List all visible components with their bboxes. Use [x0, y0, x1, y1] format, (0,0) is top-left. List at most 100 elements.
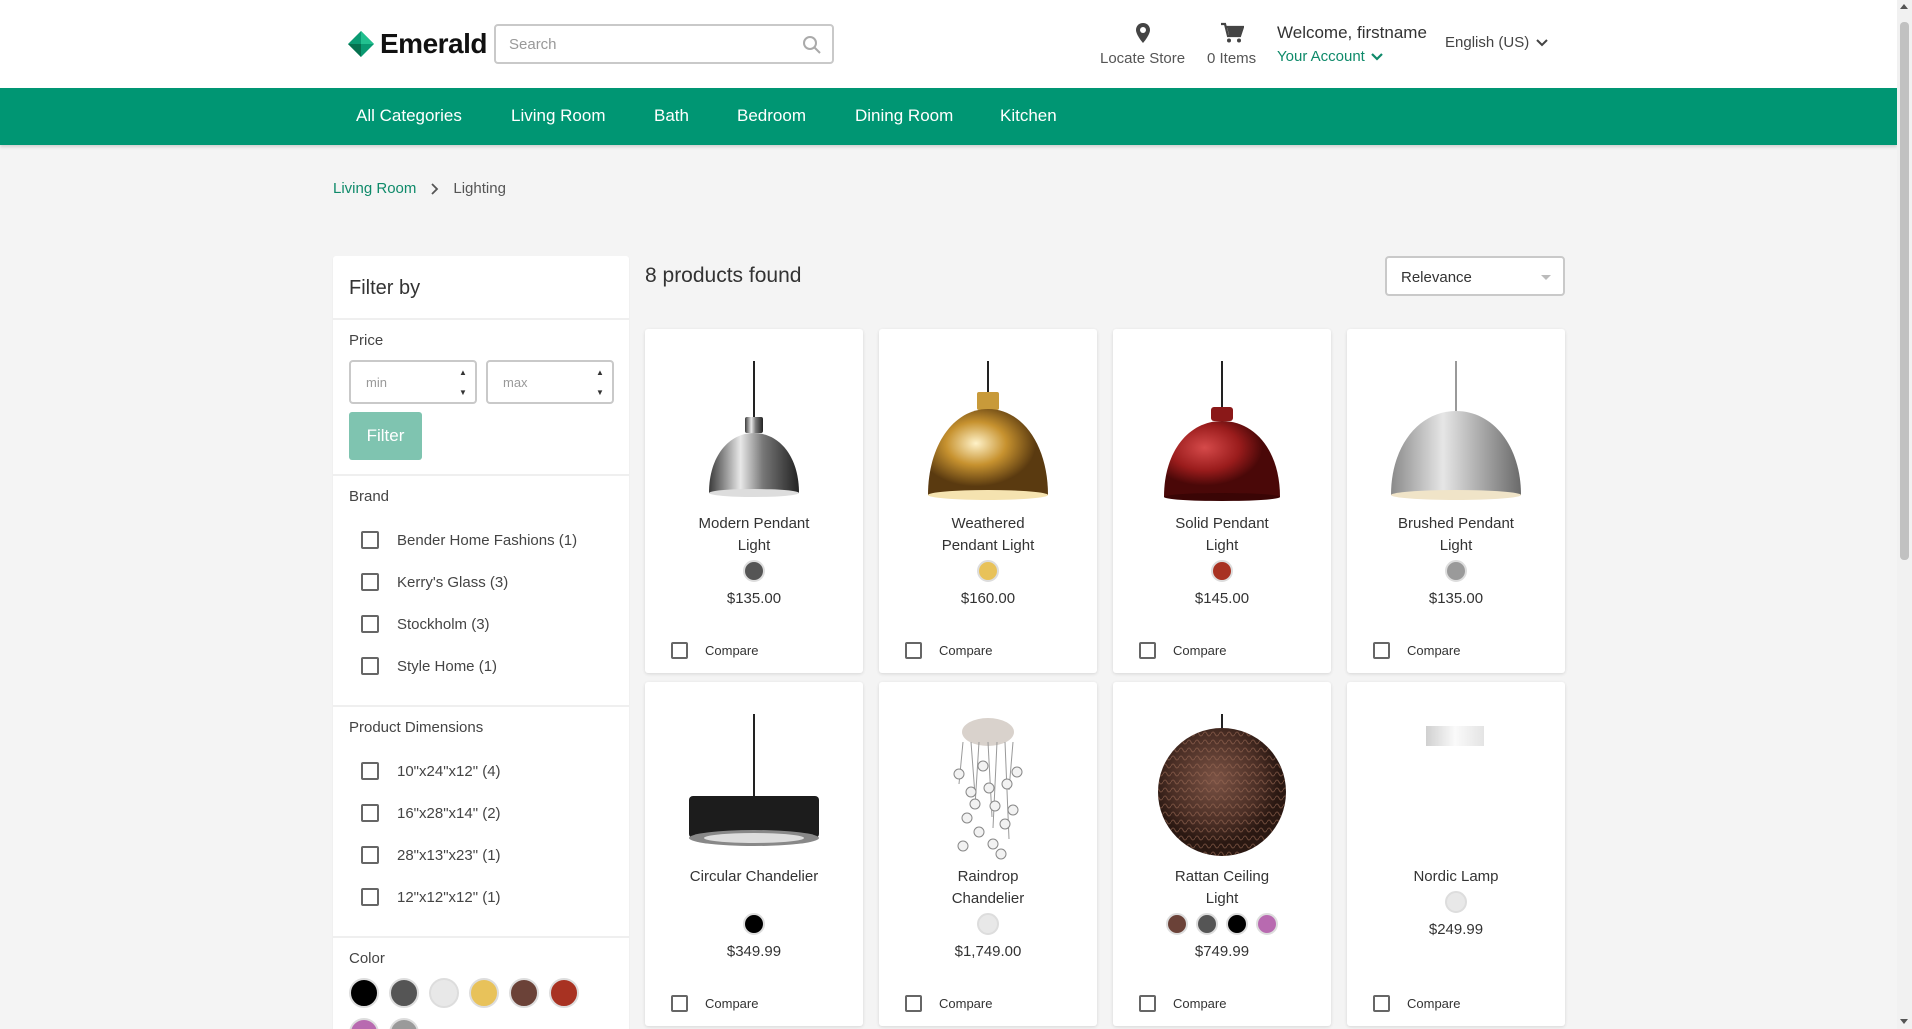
- price-max-stepper[interactable]: ▲ ▼: [593, 366, 607, 400]
- product-image[interactable]: [1147, 714, 1297, 864]
- color-swatch[interactable]: [349, 1018, 379, 1029]
- brand-option[interactable]: Bender Home Fashions (1): [361, 531, 577, 549]
- color-option[interactable]: [1196, 913, 1218, 935]
- brand-option[interactable]: Kerry's Glass (3): [361, 573, 508, 591]
- color-option[interactable]: [743, 560, 765, 582]
- scrollbar-thumb[interactable]: [1900, 22, 1909, 560]
- color-option[interactable]: [1445, 560, 1467, 582]
- color-swatch[interactable]: [509, 978, 539, 1008]
- price-max-input[interactable]: [488, 362, 588, 402]
- product-name[interactable]: Weathered Pendant Light: [879, 513, 1097, 557]
- checkbox[interactable]: [361, 531, 379, 549]
- compare-checkbox[interactable]: [905, 642, 922, 659]
- search-input[interactable]: [496, 26, 786, 62]
- dimension-option[interactable]: 12"x12"x12" (1): [361, 888, 501, 906]
- your-account-menu[interactable]: Your Account: [1277, 48, 1383, 65]
- color-swatch[interactable]: [349, 978, 379, 1008]
- product-name[interactable]: Modern Pendant Light: [645, 513, 863, 557]
- product-image[interactable]: [1381, 714, 1531, 864]
- color-option[interactable]: [1445, 891, 1467, 913]
- product-card[interactable]: Modern Pendant Light $135.00 Compare: [645, 329, 863, 673]
- checkbox[interactable]: [361, 888, 379, 906]
- product-card[interactable]: Solid Pendant Light $145.00 Compare: [1113, 329, 1331, 673]
- product-name[interactable]: Raindrop Chandelier: [879, 866, 1097, 910]
- dimension-option[interactable]: 16"x28"x14" (2): [361, 804, 501, 822]
- nav-dining-room[interactable]: Dining Room: [855, 106, 953, 126]
- color-option[interactable]: [743, 913, 765, 935]
- sort-select[interactable]: Relevance: [1385, 256, 1565, 296]
- dimension-option[interactable]: 10"x24"x12" (4): [361, 762, 501, 780]
- language-selector[interactable]: English (US): [1445, 34, 1548, 51]
- nav-living-room[interactable]: Living Room: [511, 106, 606, 126]
- scroll-down-arrow-icon[interactable]: [1900, 1019, 1908, 1024]
- nav-all-categories[interactable]: All Categories: [356, 106, 462, 126]
- checkbox[interactable]: [361, 573, 379, 591]
- checkbox[interactable]: [361, 762, 379, 780]
- compare-checkbox[interactable]: [1139, 995, 1156, 1012]
- color-swatch[interactable]: [389, 978, 419, 1008]
- compare-toggle[interactable]: Compare: [905, 642, 992, 659]
- compare-checkbox[interactable]: [1139, 642, 1156, 659]
- compare-checkbox[interactable]: [671, 642, 688, 659]
- product-card[interactable]: Circular Chandelier $349.99 Compare: [645, 682, 863, 1026]
- nav-kitchen[interactable]: Kitchen: [1000, 106, 1057, 126]
- compare-toggle[interactable]: Compare: [1373, 995, 1460, 1012]
- product-image[interactable]: [1381, 361, 1531, 511]
- checkbox[interactable]: [361, 846, 379, 864]
- brand-logo[interactable]: Emerald: [348, 28, 488, 60]
- product-name[interactable]: Circular Chandelier: [645, 866, 863, 888]
- compare-checkbox[interactable]: [1373, 642, 1390, 659]
- compare-toggle[interactable]: Compare: [905, 995, 992, 1012]
- product-name[interactable]: Solid Pendant Light: [1113, 513, 1331, 557]
- product-card[interactable]: Brushed Pendant Light $135.00 Compare: [1347, 329, 1565, 673]
- brand-option[interactable]: Stockholm (3): [361, 615, 490, 633]
- nav-bedroom[interactable]: Bedroom: [737, 106, 806, 126]
- price-min-stepper[interactable]: ▲ ▼: [456, 366, 470, 400]
- dimension-option[interactable]: 28"x13"x23" (1): [361, 846, 501, 864]
- color-swatch[interactable]: [469, 978, 499, 1008]
- color-option[interactable]: [1226, 913, 1248, 935]
- color-option[interactable]: [977, 560, 999, 582]
- color-option[interactable]: [1166, 913, 1188, 935]
- color-option[interactable]: [1211, 560, 1233, 582]
- checkbox[interactable]: [361, 657, 379, 675]
- price-min-input[interactable]: [351, 362, 451, 402]
- filter-button[interactable]: Filter: [349, 412, 422, 460]
- product-card[interactable]: Nordic Lamp $249.99 Compare: [1347, 682, 1565, 1026]
- nav-bath[interactable]: Bath: [654, 106, 689, 126]
- product-card[interactable]: Weathered Pendant Light $160.00 Compare: [879, 329, 1097, 673]
- search-icon[interactable]: [802, 35, 822, 55]
- product-image[interactable]: [913, 714, 1063, 864]
- product-name[interactable]: Rattan Ceiling Light: [1113, 866, 1331, 910]
- product-card[interactable]: Rattan Ceiling Light $749.99 Compare: [1113, 682, 1331, 1026]
- compare-toggle[interactable]: Compare: [671, 995, 758, 1012]
- breadcrumb-living-room[interactable]: Living Room: [333, 180, 416, 197]
- product-name[interactable]: Brushed Pendant Light: [1347, 513, 1565, 557]
- checkbox[interactable]: [361, 615, 379, 633]
- product-card[interactable]: Raindrop Chandelier $1,749.00 Compare: [879, 682, 1097, 1026]
- color-swatch[interactable]: [389, 1018, 419, 1029]
- product-image[interactable]: [679, 361, 829, 511]
- results-count: 8 products found: [645, 264, 802, 287]
- compare-toggle[interactable]: Compare: [1139, 642, 1226, 659]
- compare-toggle[interactable]: Compare: [1373, 642, 1460, 659]
- scroll-up-arrow-icon[interactable]: [1900, 4, 1908, 9]
- color-swatch[interactable]: [429, 978, 459, 1008]
- color-option[interactable]: [1256, 913, 1278, 935]
- compare-checkbox[interactable]: [905, 995, 922, 1012]
- checkbox[interactable]: [361, 804, 379, 822]
- locate-store-link[interactable]: Locate Store: [1100, 20, 1185, 67]
- compare-checkbox[interactable]: [671, 995, 688, 1012]
- product-image[interactable]: [913, 361, 1063, 511]
- brand-option[interactable]: Style Home (1): [361, 657, 497, 675]
- cart-link[interactable]: 0 Items: [1207, 20, 1256, 67]
- compare-checkbox[interactable]: [1373, 995, 1390, 1012]
- color-swatch[interactable]: [549, 978, 579, 1008]
- product-name[interactable]: Nordic Lamp: [1347, 866, 1565, 888]
- product-image[interactable]: [1147, 361, 1297, 511]
- page-scrollbar[interactable]: [1897, 0, 1912, 1029]
- compare-toggle[interactable]: Compare: [671, 642, 758, 659]
- compare-toggle[interactable]: Compare: [1139, 995, 1226, 1012]
- color-option[interactable]: [977, 913, 999, 935]
- product-image[interactable]: [679, 714, 829, 864]
